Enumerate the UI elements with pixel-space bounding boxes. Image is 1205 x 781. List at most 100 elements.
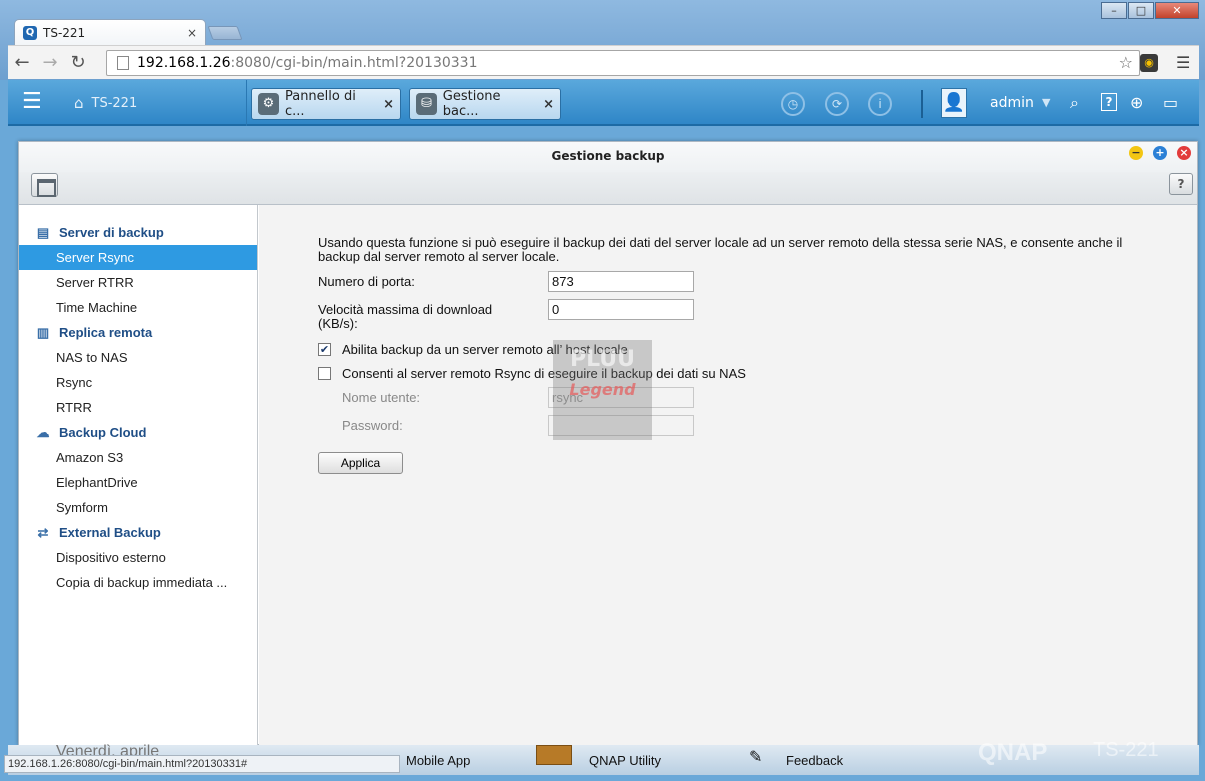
sidebar-section-external-backup: ⇄ External Backup — [19, 520, 257, 545]
globe-icon[interactable]: ⊕ — [1130, 93, 1143, 112]
window-title-bar: Gestione backup − + × — [19, 142, 1197, 172]
back-arrow-icon[interactable]: ← — [8, 52, 36, 73]
sidebar-item-instant-backup-copy[interactable]: Copia di backup immediata ... — [19, 570, 257, 595]
browser-menu-icon[interactable]: ☰ — [1176, 53, 1190, 72]
new-tab-button[interactable] — [207, 26, 243, 40]
search-icon[interactable]: ⌕ — [1070, 93, 1079, 113]
replica-icon: ▥ — [36, 324, 50, 340]
user-name[interactable]: admin — [990, 95, 1034, 111]
sidebar-section-remote-replica: ▥ Replica remota — [19, 320, 257, 345]
qnap-model: TS-221 — [1093, 739, 1159, 761]
taskbar-qnap-utility[interactable]: QNAP Utility — [589, 753, 661, 768]
home-button[interactable]: ⌂ TS-221 — [74, 94, 137, 112]
page-icon — [117, 56, 129, 70]
section-label: Server di backup — [59, 225, 164, 240]
separator — [246, 80, 247, 126]
minimize-icon[interactable]: − — [1129, 146, 1143, 160]
password-label: Password: — [342, 418, 403, 433]
sidebar-item-elephantdrive[interactable]: ElephantDrive — [19, 470, 257, 495]
sidebar-item-external-device[interactable]: Dispositivo esterno — [19, 545, 257, 570]
watermark-top: PLUU — [569, 347, 636, 372]
cloud-icon: ☁ — [36, 424, 50, 440]
port-label: Numero di porta: — [318, 274, 415, 289]
browser-chrome: – □ ✕ Q TS-221 × ← → ↻ 192.168.1.26:8080… — [0, 0, 1205, 80]
sidebar-item-server-rtrr[interactable]: Server RTRR — [19, 270, 257, 295]
avatar[interactable]: 👤 — [941, 88, 967, 118]
clock-icon[interactable]: ◷ — [781, 92, 805, 116]
server-icon: ▤ — [36, 224, 50, 240]
backup-manager-icon: ⛁ — [416, 93, 437, 115]
address-host: 192.168.1.26 — [137, 55, 231, 71]
speed-input[interactable]: 0 — [548, 299, 694, 320]
section-label: External Backup — [59, 525, 161, 540]
home-icon: ⌂ — [74, 94, 84, 112]
chevron-down-icon[interactable]: ▼ — [1042, 96, 1050, 109]
separator — [921, 90, 923, 118]
browser-toolbar: ← → ↻ 192.168.1.26:8080/cgi-bin/main.htm… — [8, 45, 1199, 79]
monitor-icon[interactable]: ▭ — [1163, 93, 1178, 112]
app-tab-control-panel[interactable]: ⚙ Pannello di c... × — [251, 88, 401, 120]
window-buttons: − + × — [1119, 146, 1191, 160]
sidebar-item-server-rsync[interactable]: Server Rsync — [19, 245, 257, 270]
sync-icon[interactable]: ⟳ — [825, 92, 849, 116]
maximize-icon[interactable]: + — [1153, 146, 1167, 160]
sidebar-item-symform[interactable]: Symform — [19, 495, 257, 520]
sidebar-item-amazon-s3[interactable]: Amazon S3 — [19, 445, 257, 470]
sidebar-item-nas-to-nas[interactable]: NAS to NAS — [19, 345, 257, 370]
qnap-brand: QNAP — [978, 739, 1048, 766]
help-icon[interactable]: ? — [1101, 93, 1117, 111]
window-toolbar: ? — [19, 172, 1197, 205]
description-text: Usando questa funzione si può eseguire i… — [318, 235, 1123, 264]
minimize-window-button[interactable]: – — [1101, 2, 1127, 19]
app-tab-label: Pannello di c... — [284, 89, 356, 119]
maximize-window-button[interactable]: □ — [1128, 2, 1154, 19]
taskbar-mobile-app[interactable]: Mobile App — [406, 753, 470, 768]
close-window-button[interactable]: ✕ — [1155, 2, 1199, 19]
app-tab-label: Gestione bac... — [442, 89, 501, 119]
section-label: Replica remota — [59, 325, 153, 340]
feedback-icon: ✎ — [749, 749, 763, 766]
forward-arrow-icon[interactable]: → — [36, 52, 64, 73]
address-bar[interactable]: 192.168.1.26:8080/cgi-bin/main.html?2013… — [106, 50, 1140, 76]
reload-icon[interactable]: ↻ — [64, 52, 92, 73]
section-label: Backup Cloud — [59, 425, 147, 440]
username-label: Nome utente: — [342, 390, 421, 405]
watermark-bottom: Legend — [569, 380, 636, 399]
enable-remote-backup-checkbox[interactable]: ✔ — [318, 343, 331, 356]
sidebar-item-rtrr[interactable]: RTRR — [19, 395, 257, 420]
sidebar-section-backup-cloud: ☁ Backup Cloud — [19, 420, 257, 445]
bookmark-star-icon[interactable]: ☆ — [1119, 53, 1133, 72]
gear-icon: ⚙ — [258, 93, 279, 115]
sidebar-toggle-button[interactable] — [31, 173, 58, 197]
allow-rsync-label: Consenti al server remoto Rsync di esegu… — [342, 366, 746, 381]
port-input[interactable]: 873 — [548, 271, 694, 292]
allow-rsync-checkbox[interactable] — [318, 367, 331, 380]
help-button[interactable]: ? — [1169, 173, 1193, 195]
external-backup-icon: ⇄ — [37, 524, 49, 540]
app-tab-backup-manager[interactable]: ⛁ Gestione bac... × — [409, 88, 561, 120]
main-panel: Usando questa funzione si può eseguire i… — [259, 205, 1197, 745]
browser-tab[interactable]: Q TS-221 × — [14, 19, 206, 45]
taskbar-feedback[interactable]: Feedback — [786, 753, 843, 768]
sidebar: ▤ Server di backup Server Rsync Server R… — [19, 205, 258, 745]
close-app-tab-icon[interactable]: × — [383, 97, 394, 112]
extension-icon[interactable]: ◉ — [1140, 54, 1158, 72]
home-label: TS-221 — [91, 95, 138, 111]
info-icon[interactable]: i — [868, 92, 892, 116]
close-icon[interactable]: × — [1177, 146, 1191, 160]
watermark-logo: PLUU Legend — [553, 340, 652, 440]
backup-manager-window: Gestione backup − + × ? ▤ Server di back… — [18, 141, 1198, 745]
sidebar-item-time-machine[interactable]: Time Machine — [19, 295, 257, 320]
apply-button[interactable]: Applica — [318, 452, 403, 474]
window-title: Gestione backup — [551, 149, 665, 163]
main-menu-icon[interactable]: ☰ — [22, 91, 42, 113]
close-app-tab-icon[interactable]: × — [543, 97, 554, 112]
qnap-favicon-icon: Q — [23, 25, 37, 40]
qnap-top-bar: ☰ ⌂ TS-221 ⚙ Pannello di c... × ⛁ Gestio… — [8, 80, 1199, 126]
sidebar-item-rsync[interactable]: Rsync — [19, 370, 257, 395]
status-bar-url: 192.168.1.26:8080/cgi-bin/main.html?2013… — [4, 755, 400, 773]
browser-tab-title: TS-221 — [43, 25, 86, 40]
close-tab-icon[interactable]: × — [187, 26, 197, 40]
qnap-utility-icon — [536, 745, 572, 765]
window-controls: – □ ✕ — [1100, 2, 1199, 19]
